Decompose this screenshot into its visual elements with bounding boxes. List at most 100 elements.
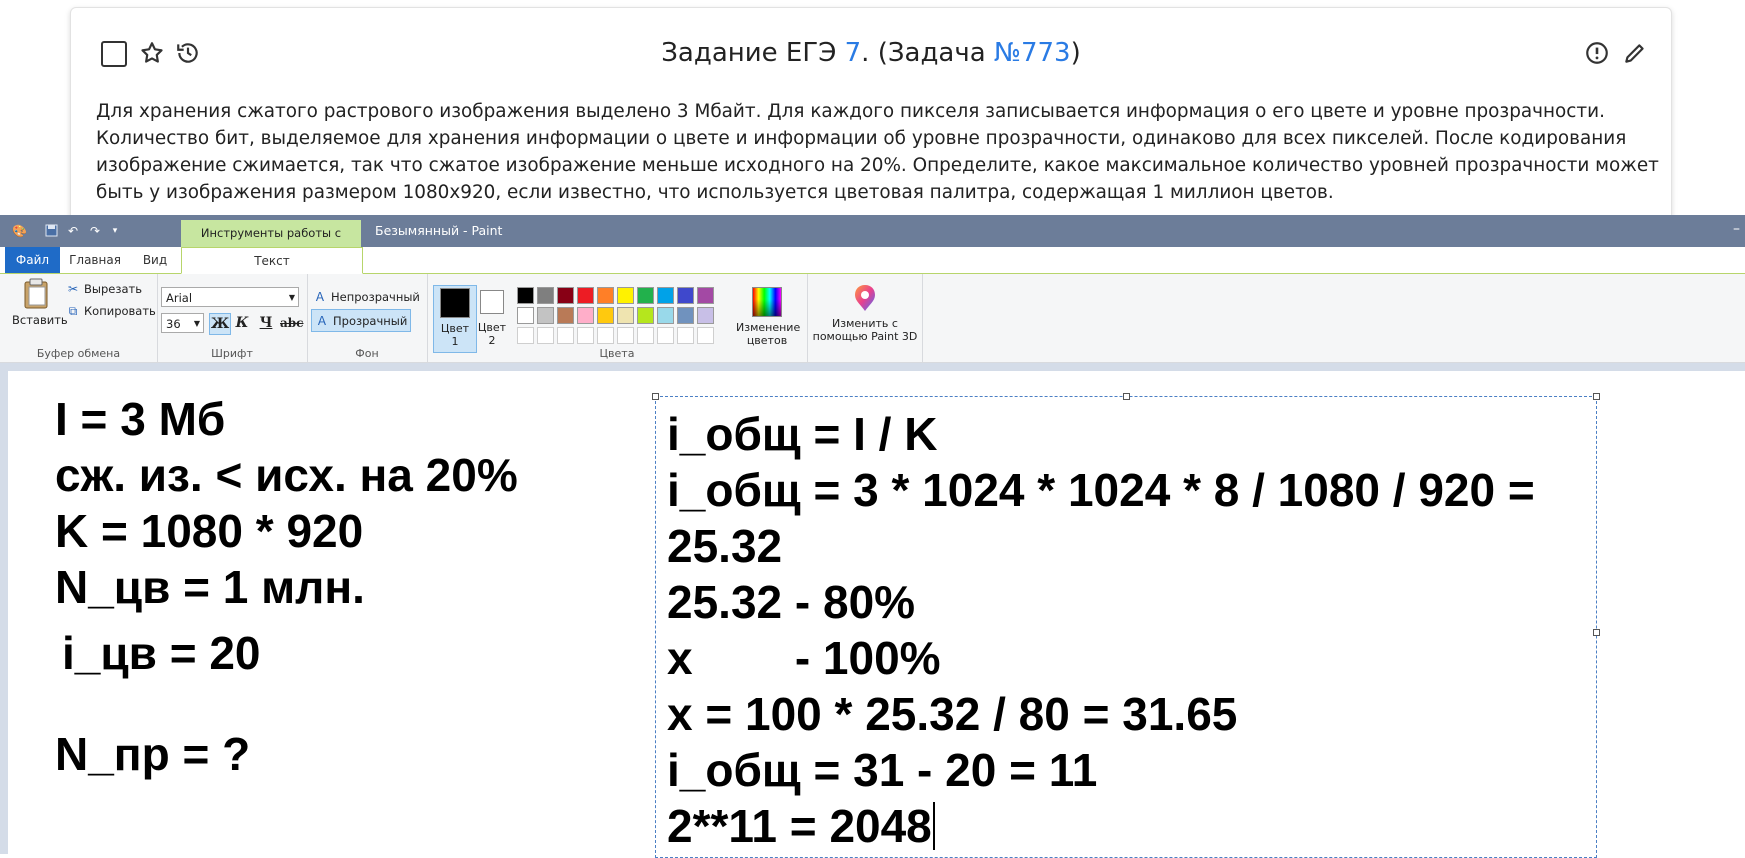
copy-icon: ⧉ (68, 304, 78, 318)
color2-button[interactable]: Цвет 2 (475, 287, 509, 347)
palette-swatch[interactable] (597, 307, 614, 324)
title-middle: . (Задача (861, 38, 994, 68)
palette-swatch[interactable] (577, 307, 594, 324)
tab-view[interactable]: Вид (130, 247, 180, 273)
paste-label: Вставить (12, 313, 68, 327)
note-line: сж. из. < исх. на 20% (55, 449, 518, 501)
solution-line: 25.32 - 80% (667, 576, 916, 628)
task-number-link[interactable]: 7 (845, 38, 862, 68)
solution-line: i_общ = 3 * 1024 * 1024 * 8 / 1080 / 920… (667, 464, 1535, 516)
palette-swatch[interactable] (617, 287, 634, 304)
palette-swatch[interactable] (517, 307, 534, 324)
transparent-label: Прозрачный (333, 314, 408, 328)
palette-swatch[interactable] (657, 307, 674, 324)
resize-handle[interactable] (1593, 393, 1600, 400)
font-family-select[interactable]: Arial ▼ (161, 287, 299, 307)
chevron-down-icon: ▼ (288, 293, 295, 302)
scissors-icon: ✂ (67, 282, 79, 296)
palette-swatch[interactable] (617, 307, 634, 324)
italic-button[interactable]: К (232, 313, 252, 333)
palette-swatch[interactable] (577, 327, 594, 344)
cut-button[interactable]: ✂ Вырезать (66, 282, 142, 296)
color1-button[interactable]: Цвет 1 (433, 285, 477, 353)
edit-icon[interactable] (1622, 40, 1648, 66)
underline-button[interactable]: Ч (256, 313, 276, 333)
palette-swatch[interactable] (657, 327, 674, 344)
copy-button[interactable]: ⧉ Копировать (66, 304, 156, 319)
chevron-down-icon: ▼ (193, 319, 200, 328)
opaque-label: Непрозрачный (331, 290, 420, 304)
palette-swatch[interactable] (537, 327, 554, 344)
title-suffix: ) (1070, 38, 1081, 68)
palette-swatch[interactable] (557, 327, 574, 344)
text-tools-context-tab: Инструменты работы с текстом (181, 220, 361, 267)
palette-swatch[interactable] (697, 307, 714, 324)
palette-swatch[interactable] (677, 327, 694, 344)
customize-toolbar-icon[interactable]: ▾ (108, 224, 122, 238)
paint-window: 🎨 ↶ ↷ ▾ Инструменты работы с текстом Без… (0, 215, 1745, 858)
font-size-select[interactable]: 36 ▼ (161, 313, 204, 333)
clipboard-group-label: Буфер обмена (36, 347, 121, 360)
paste-icon (24, 278, 48, 309)
palette-swatch[interactable] (597, 327, 614, 344)
undo-icon[interactable]: ↶ (66, 224, 80, 238)
palette-swatch[interactable] (597, 287, 614, 304)
window-title: Безымянный - Paint (375, 223, 503, 238)
minimize-button[interactable]: – (1733, 215, 1745, 247)
task-id-link[interactable]: №773 (994, 38, 1071, 68)
palette-swatch[interactable] (677, 307, 694, 324)
solution-line: 25.32 (667, 520, 783, 572)
ribbon: Вставить ✂ Вырезать ⧉ Копировать Буфер обм… (0, 274, 1745, 363)
transparent-button[interactable]: Ａ Прозрачный (311, 309, 412, 332)
paste-button[interactable]: Вставить (12, 278, 68, 327)
resize-handle[interactable] (652, 393, 659, 400)
bold-button[interactable]: Ж (209, 313, 231, 335)
tab-file[interactable]: Файл (5, 247, 60, 273)
tab-home[interactable]: Главная (62, 247, 128, 273)
palette-swatch[interactable] (637, 327, 654, 344)
palette-swatch[interactable] (637, 307, 654, 324)
resize-handle[interactable] (1123, 393, 1130, 400)
palette-swatch[interactable] (657, 287, 674, 304)
font-size-value: 36 (166, 317, 181, 331)
palette-swatch[interactable] (677, 287, 694, 304)
palette-swatch[interactable] (517, 287, 534, 304)
strikethrough-button[interactable]: abc (280, 313, 303, 333)
drawing-canvas[interactable]: I = 3 Мб сж. из. < исх. на 20% K = 1080 … (8, 371, 1745, 858)
solution-line: i_общ = I / K (667, 408, 938, 460)
palette-swatch[interactable] (577, 287, 594, 304)
title-bar: 🎨 ↶ ↷ ▾ Инструменты работы с текстом Без… (0, 215, 1745, 267)
save-icon[interactable] (44, 224, 58, 238)
palette-swatch[interactable] (557, 307, 574, 324)
ribbon-tabs: Файл Главная Вид Текст (0, 247, 1745, 274)
edit-colors-label: Изменение цветов (736, 321, 801, 347)
solution-line: x - 100% (667, 632, 941, 684)
palette-swatch[interactable] (637, 287, 654, 304)
color1-label: Цвет 1 (440, 322, 470, 348)
palette-swatch[interactable] (537, 307, 554, 324)
title-prefix: Задание ЕГЭ (661, 38, 845, 68)
resize-handle[interactable] (1593, 629, 1600, 636)
paint3d-label: Изменить с помощью Paint 3D (812, 317, 918, 343)
palette-swatch[interactable] (537, 287, 554, 304)
canvas-area: I = 3 Мб сж. из. < исх. на 20% K = 1080 … (0, 363, 1745, 858)
edit-colors-button[interactable]: Изменение цветов (736, 287, 801, 347)
font-group-label: Шрифт (211, 347, 253, 360)
task-card: Задание ЕГЭ 7. (Задача №773) Для хранени… (70, 7, 1672, 249)
solution-line: i_общ = 31 - 20 = 11 (667, 744, 1098, 796)
palette-swatch[interactable] (517, 327, 534, 344)
tab-text[interactable]: Текст (181, 247, 363, 274)
task-text: Для хранения сжатого растрового изображе… (96, 101, 1659, 203)
opaque-button[interactable]: Ａ Непрозрачный (313, 288, 420, 305)
note-line: K = 1080 * 920 (55, 505, 364, 557)
opaque-icon: Ａ (313, 290, 326, 304)
report-icon[interactable] (1584, 40, 1610, 66)
cut-label: Вырезать (84, 282, 142, 296)
paint3d-button[interactable]: Изменить с помощью Paint 3D (810, 283, 920, 343)
paint-app-icon[interactable]: 🎨 (12, 224, 27, 238)
palette-swatch[interactable] (697, 287, 714, 304)
palette-swatch[interactable] (617, 327, 634, 344)
redo-icon[interactable]: ↷ (88, 224, 102, 238)
palette-swatch[interactable] (697, 327, 714, 344)
palette-swatch[interactable] (557, 287, 574, 304)
